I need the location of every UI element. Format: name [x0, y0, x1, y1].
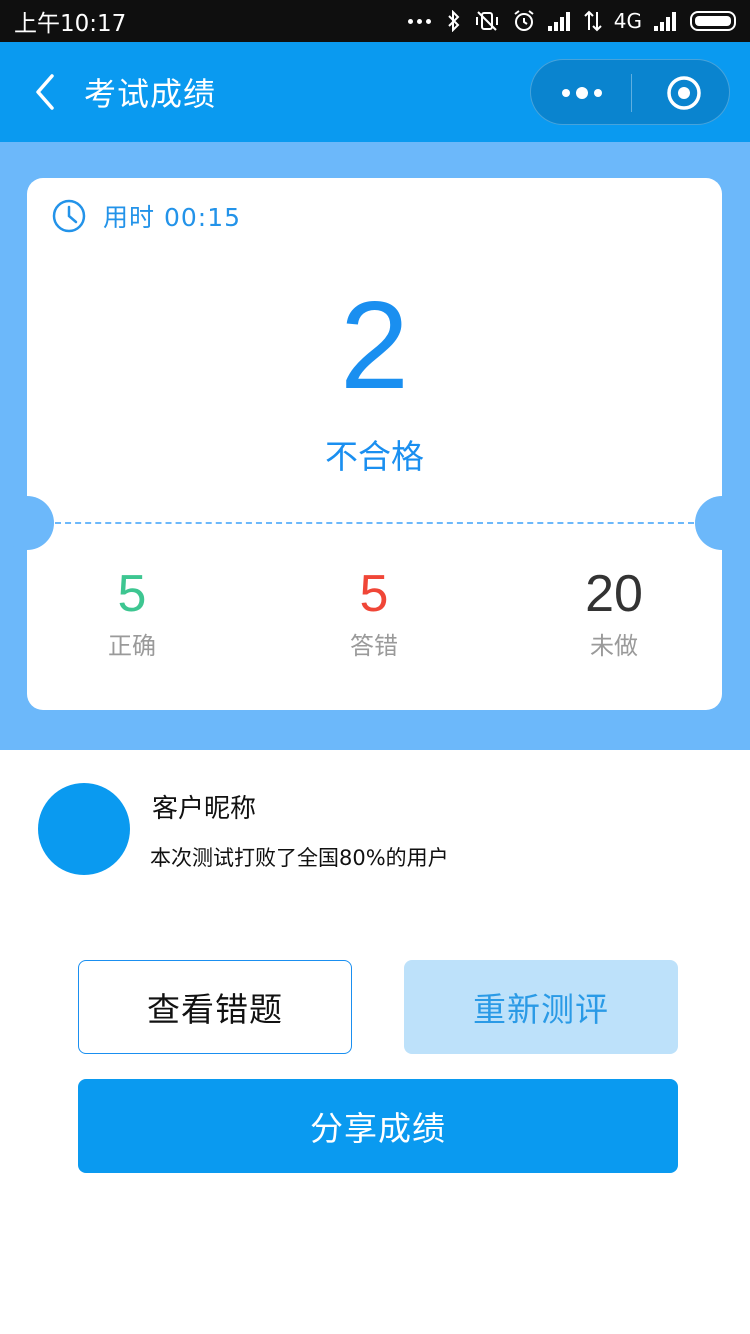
signal-icon: [654, 11, 678, 31]
beat-percentage-text: 本次测试打败了全国80%的用户: [150, 846, 449, 870]
user-nickname: 客户昵称: [152, 794, 257, 824]
bluetooth-icon: [448, 10, 460, 32]
chevron-left-icon[interactable]: [28, 72, 68, 112]
target-circle-icon[interactable]: [665, 74, 703, 112]
share-score-button[interactable]: 分享成绩: [78, 1079, 678, 1173]
stat-wrong-value: 5: [359, 565, 389, 623]
time-label: 用时: [103, 203, 156, 232]
vibrate-off-icon: [475, 11, 498, 31]
avatar: [38, 783, 130, 875]
nav-bar: 考试成绩: [0, 42, 750, 142]
battery-icon: [690, 11, 736, 31]
stat-undone: 20 未做: [524, 566, 704, 661]
stat-correct: 5 正确: [42, 566, 222, 661]
status-bar: 上午10:17 4G: [0, 0, 750, 42]
stat-wrong-label: 答错: [350, 632, 398, 660]
score-status: 不合格: [325, 437, 424, 476]
card-notch-right: [695, 496, 749, 550]
elapsed-time: 用时 00:15: [51, 198, 241, 234]
status-time: 上午10:17: [14, 11, 127, 37]
clock-icon: [52, 199, 86, 233]
stats-row: 5 正确 5 答错 20 未做: [27, 566, 722, 666]
signal-icon: [547, 11, 572, 31]
data-arrows-icon: [584, 10, 602, 32]
more-dots-icon[interactable]: [557, 80, 607, 106]
more-dots-icon: [407, 18, 434, 24]
stat-correct-label: 正确: [108, 632, 156, 660]
mini-program-capsule: [530, 59, 730, 125]
stat-undone-label: 未做: [590, 632, 638, 660]
review-mistakes-button[interactable]: 查看错题: [78, 960, 352, 1054]
network-type: 4G: [613, 9, 642, 33]
card-notch-left: [0, 496, 54, 550]
status-icons: 4G: [407, 9, 736, 33]
capsule-divider: [631, 74, 632, 112]
score-card: 用时 00:15 2 不合格 5 正确 5 答错 20 未做: [0, 178, 749, 710]
stat-correct-value: 5: [117, 565, 147, 623]
page-title: 考试成绩: [84, 75, 217, 113]
score-panel: 用时 00:15 2 不合格 5 正确 5 答错 20 未做: [0, 142, 750, 750]
stat-undone-value: 20: [585, 565, 643, 623]
card-divider: [55, 522, 694, 524]
retest-button[interactable]: 重新测评: [404, 960, 678, 1054]
score-value: 2: [340, 277, 409, 415]
stat-wrong: 5 答错: [284, 566, 464, 661]
alarm-icon: [514, 10, 534, 31]
time-value: 00:15: [163, 203, 242, 232]
